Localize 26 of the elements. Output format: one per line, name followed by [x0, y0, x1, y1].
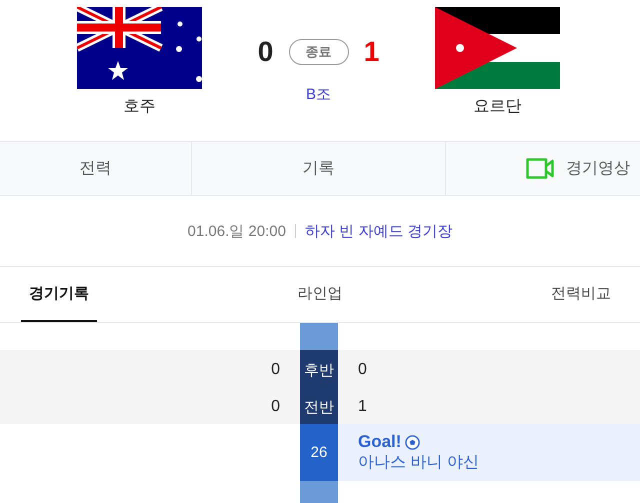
status-badge: 종료 — [288, 39, 348, 65]
event-title: Goal! — [358, 432, 402, 452]
period-score: 0 — [271, 398, 280, 416]
match-datetime: 01.06.일 20:00 — [188, 222, 286, 240]
period-score: 0 — [358, 361, 367, 379]
nav-tab[interactable]: 기록 — [302, 158, 334, 179]
soccer-ball-icon — [405, 434, 420, 450]
score: 1 — [362, 36, 380, 68]
video-camera-icon — [526, 158, 554, 179]
venue-link[interactable]: 하자 빈 자예드 경기장 — [304, 222, 452, 240]
player-name: 아나스 바니 야신 — [358, 453, 479, 473]
period-score: 1 — [358, 398, 367, 416]
tab[interactable]: 전력비교 — [543, 267, 619, 322]
flag-icon — [435, 7, 560, 89]
nav-tab[interactable]: 경기영상 — [566, 158, 630, 179]
nav-tab[interactable]: 전력 — [80, 158, 112, 179]
team-name: 요르단 — [474, 97, 522, 117]
score: 0 — [256, 36, 274, 68]
team-name: 호주 — [124, 97, 156, 117]
period-label: 전반 — [304, 398, 334, 416]
period-score: 0 — [271, 361, 280, 379]
event-minute: 26 — [310, 444, 328, 461]
flag-icon — [77, 7, 202, 89]
period-label: 후반 — [304, 360, 334, 380]
group-label[interactable]: B조 — [306, 85, 331, 104]
tab[interactable]: 라인업 — [290, 267, 350, 322]
